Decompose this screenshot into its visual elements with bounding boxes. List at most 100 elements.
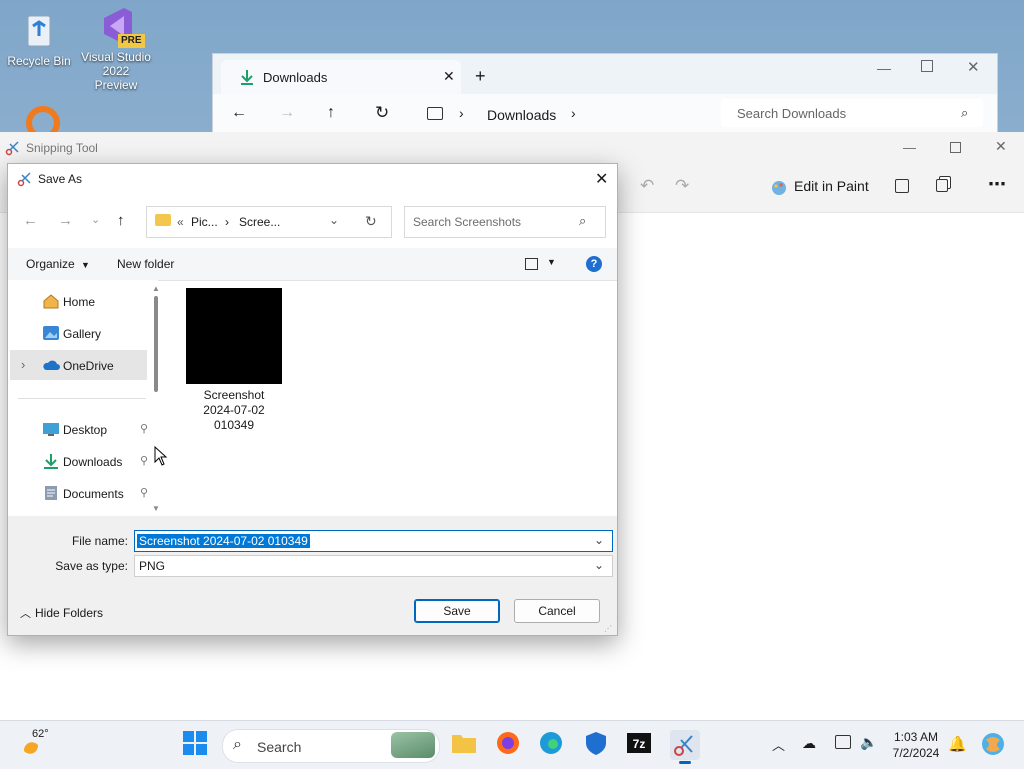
refresh-icon[interactable]: ↻ [365,213,377,230]
cancel-button[interactable]: Cancel [514,599,600,623]
file-label-line: 2024-07-02 [203,403,265,417]
dialog-app-icon [17,171,33,187]
gallery-icon [42,325,60,341]
nav-item-documents[interactable]: Documents ⚲ [10,478,148,508]
scroll-thumb[interactable] [154,296,158,392]
visual-studio-label: Visual Studio 2022 Preview [81,50,151,92]
dialog-navbar: ← → ⌄ ↑ « Pic... › Scree... ⌄ ↻ Search S… [8,202,617,244]
system-clock[interactable]: 1:03 AM 7/2/2024 [880,729,952,761]
desktop-icon-visual-studio[interactable]: PRE Visual Studio 2022 Preview [80,6,152,92]
file-explorer-icon[interactable] [450,730,480,760]
file-label-line: 010349 [213,418,255,432]
edit-in-paint-button[interactable]: Edit in Paint [794,178,869,194]
undo-icon[interactable]: ↶ [640,176,654,196]
copy-icon[interactable] [936,179,948,192]
app-shortcut-icon[interactable] [25,105,61,133]
up-icon[interactable]: ↑ [117,212,125,229]
this-pc-icon[interactable] [427,107,443,120]
network-icon[interactable] [835,735,851,749]
address-downloads[interactable]: Downloads [487,107,556,123]
taskbar-search-input[interactable]: ⌕ Search [222,729,440,763]
clock-time: 1:03 AM [893,730,939,744]
seven-zip-icon[interactable]: 7z [626,730,656,760]
start-windows-icon[interactable] [182,730,212,760]
edge-icon[interactable] [538,730,568,760]
onedrive-status-icon[interactable]: ☁ [802,735,816,752]
forward-icon[interactable]: → [279,104,295,122]
minimize-icon[interactable]: — [903,140,916,155]
snipping-tool-title: Snipping Tool [26,141,98,155]
help-icon[interactable]: ? [586,256,602,272]
organize-label: Organize [26,257,75,271]
tab-downloads[interactable]: Downloads ✕ [221,60,461,94]
address-dropdown-icon[interactable]: ⌄ [329,213,339,227]
security-shield-icon[interactable] [583,730,613,760]
dialog-title: Save As [38,172,83,186]
breadcrumb-pictures[interactable]: Pic... [191,215,218,229]
up-icon[interactable]: ↑ [327,104,335,122]
new-tab-icon[interactable]: + [475,66,486,87]
explorer-search-input[interactable]: Search Downloads ⌕ [721,99,983,127]
file-name-value: Screenshot 2024-07-02 010349 [137,534,310,548]
chevron-right-icon: › [571,105,576,121]
chevron-down-icon[interactable]: ⌄ [594,533,604,547]
maximize-icon[interactable] [921,60,933,72]
navigation-scrollbar[interactable]: ▲ ▼ [150,284,162,514]
file-name-input[interactable]: Screenshot 2024-07-02 010349 ⌄ [134,530,613,552]
close-icon[interactable]: ✕ [967,58,980,76]
expand-chevron-icon[interactable]: › [21,357,25,372]
save-icon[interactable] [895,179,909,193]
hide-folders-button[interactable]: ︿ Hide Folders [20,605,103,621]
search-placeholder: Search Downloads [737,106,847,121]
nav-item-gallery[interactable]: Gallery [10,318,147,348]
weather-icon[interactable] [20,737,44,757]
show-hidden-icons-chevron[interactable]: ︿ [772,735,785,754]
file-item-screenshot[interactable]: Screenshot 2024-07-02 010349 [168,280,300,432]
firefox-icon[interactable] [495,730,525,760]
dialog-search-input[interactable]: Search Screenshots ⌕ [404,206,606,238]
snipping-tool-taskbar-icon[interactable] [670,730,700,764]
notification-bell-icon[interactable]: 🔔 [948,735,967,753]
search-icon: ⌕ [233,736,242,753]
nav-item-home[interactable]: Home [10,286,147,316]
close-icon[interactable]: ✕ [995,138,1007,155]
volume-icon[interactable]: 🔈 [860,734,877,751]
close-tab-icon[interactable]: ✕ [443,68,455,85]
cloud-icon [42,357,60,373]
maximize-icon[interactable] [950,142,961,153]
save-as-type-select[interactable]: PNG ⌄ [134,555,613,577]
breadcrumb-screenshots[interactable]: Scree... [239,215,280,229]
back-icon[interactable]: ← [23,212,38,229]
more-options-icon[interactable]: ⋯ [988,174,1006,195]
resize-grip-icon[interactable]: ⋰ [604,624,612,633]
nav-item-label: Documents [63,487,124,501]
chevron-down-icon[interactable]: ⌄ [594,558,604,572]
nav-item-onedrive[interactable]: › OneDrive [10,350,147,380]
forward-icon[interactable]: → [58,212,73,229]
nav-item-desktop[interactable]: Desktop ⚲ [10,414,148,444]
nav-item-label: Downloads [63,455,123,469]
pin-icon: ⚲ [140,455,149,467]
redo-icon[interactable]: ↷ [675,176,689,196]
home-icon [42,293,60,309]
copilot-icon[interactable] [980,731,1006,757]
back-icon[interactable]: ← [231,104,247,122]
recent-locations-chevron-icon[interactable]: ⌄ [91,213,100,226]
view-options-icon[interactable] [525,258,538,270]
scroll-up-icon[interactable]: ▲ [152,284,160,293]
minimize-icon[interactable]: — [877,60,891,76]
new-folder-button[interactable]: New folder [117,257,174,271]
breadcrumb[interactable]: « Pic... › Scree... ⌄ ↻ [146,206,392,238]
organize-button[interactable]: Organize ▼ [26,257,90,271]
chevron-down-icon[interactable]: ▼ [547,257,556,267]
dialog-close-icon[interactable]: ✕ [595,169,608,189]
scroll-down-icon[interactable]: ▼ [152,504,160,513]
overflow-chevron-icon[interactable]: « [177,215,184,229]
refresh-icon[interactable]: ↻ [375,103,389,123]
mouse-cursor-icon [154,446,168,466]
save-button[interactable]: Save [414,599,500,623]
taskbar-search-placeholder: Search [257,739,302,755]
weather-temperature: 62° [32,728,49,740]
nav-item-downloads[interactable]: Downloads ⚲ [10,446,149,476]
desktop-icon-recycle-bin[interactable]: Recycle Bin [3,10,75,68]
